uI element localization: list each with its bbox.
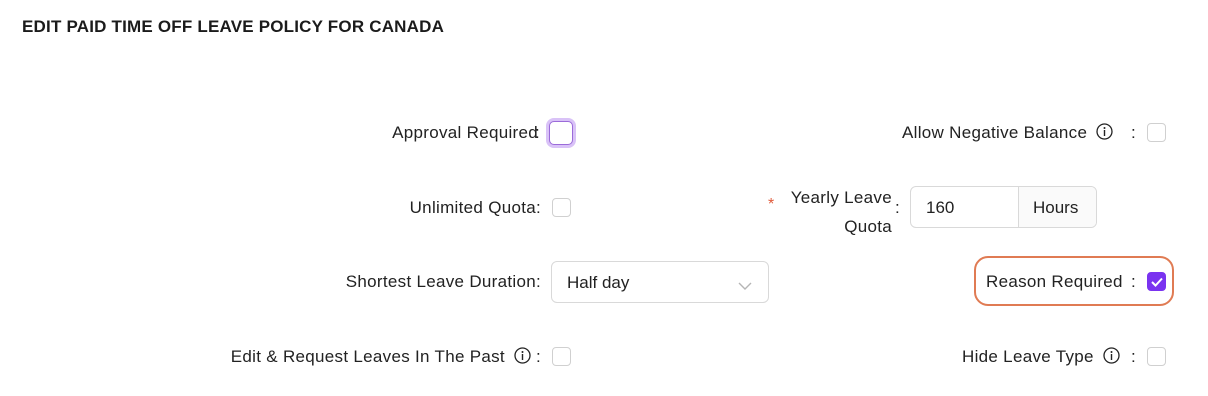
edit-request-past-label: Edit & Request Leaves In The Past — [231, 347, 531, 369]
info-icon[interactable] — [1103, 347, 1120, 369]
reason-required-checkbox[interactable] — [1147, 272, 1166, 291]
allow-negative-balance-checkbox[interactable] — [1147, 123, 1166, 142]
hide-leave-type-text: Hide Leave Type — [962, 347, 1094, 366]
yearly-leave-quota-label: Yearly Leave Quota — [791, 183, 892, 241]
reason-required-colon: : — [1131, 272, 1136, 291]
hours-unit-addon: Hours — [1018, 187, 1096, 227]
allow-negative-balance-label: Allow Negative Balance — [902, 123, 1113, 145]
unlimited-quota-text: Unlimited Quota — [409, 198, 536, 217]
approval-required-text: Approval Required — [392, 123, 538, 142]
shortest-leave-duration-select[interactable]: Half day — [551, 261, 769, 303]
edit-request-past-checkbox[interactable] — [552, 347, 571, 366]
reason-required-label: Reason Required — [986, 272, 1123, 292]
yearly-leave-quota-input[interactable]: 160 — [911, 187, 1018, 227]
approval-required-checkbox[interactable] — [549, 121, 573, 145]
shortest-leave-duration-colon: : — [536, 272, 541, 291]
reason-required-text: Reason Required — [986, 272, 1123, 291]
allow-negative-balance-colon: : — [1131, 123, 1136, 142]
unlimited-quota-label: Unlimited Quota — [410, 198, 536, 218]
info-icon[interactable] — [514, 347, 531, 369]
yearly-leave-quota-colon: : — [895, 198, 900, 217]
hide-leave-type-label: Hide Leave Type — [962, 347, 1120, 369]
yearly-leave-quota-input-group: 160 Hours — [910, 186, 1097, 228]
required-marker: * — [768, 196, 775, 213]
approval-required-label: Approval Required — [392, 123, 538, 143]
unlimited-quota-checkbox[interactable] — [552, 198, 571, 217]
shortest-leave-duration-value: Half day — [567, 273, 630, 292]
allow-negative-balance-text: Allow Negative Balance — [902, 123, 1088, 142]
yearly-leave-quota-text-line1: Yearly Leave — [790, 188, 892, 207]
yearly-leave-quota-text-line2: Quota — [844, 217, 892, 236]
edit-request-past-text: Edit & Request Leaves In The Past — [230, 347, 505, 366]
hide-leave-type-colon: : — [1131, 347, 1136, 366]
info-icon[interactable] — [1096, 123, 1113, 145]
edit-request-past-colon: : — [536, 347, 541, 366]
chevron-down-icon — [738, 276, 752, 296]
page-title: EDIT PAID TIME OFF LEAVE POLICY FOR CANA… — [22, 17, 445, 36]
hide-leave-type-checkbox[interactable] — [1147, 347, 1166, 366]
approval-required-colon: : — [535, 123, 540, 142]
checkmark-icon — [1151, 277, 1163, 287]
unlimited-quota-colon: : — [536, 198, 541, 217]
shortest-leave-duration-text: Shortest Leave Duration — [345, 272, 536, 291]
shortest-leave-duration-label: Shortest Leave Duration — [346, 272, 536, 292]
